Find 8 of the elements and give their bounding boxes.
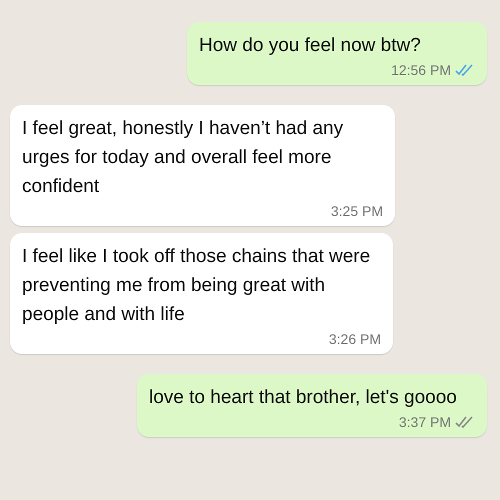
message-time: 3:37 PM: [398, 414, 451, 430]
message-time: 12:56 PM: [391, 62, 451, 78]
message-text: love to heart that brother, let's goooo: [149, 386, 458, 410]
message-time: 3:26 PM: [328, 331, 381, 347]
message-text: I feel great, honestly I haven’t had any urges for today and overall feel more confident: [22, 117, 344, 199]
message-text: I feel like I took off those chains that were preventing me from being great with people and with life: [22, 245, 372, 327]
message-time: 3:25 PM: [330, 203, 383, 219]
message-text: How do you feel now btw?: [199, 34, 422, 58]
